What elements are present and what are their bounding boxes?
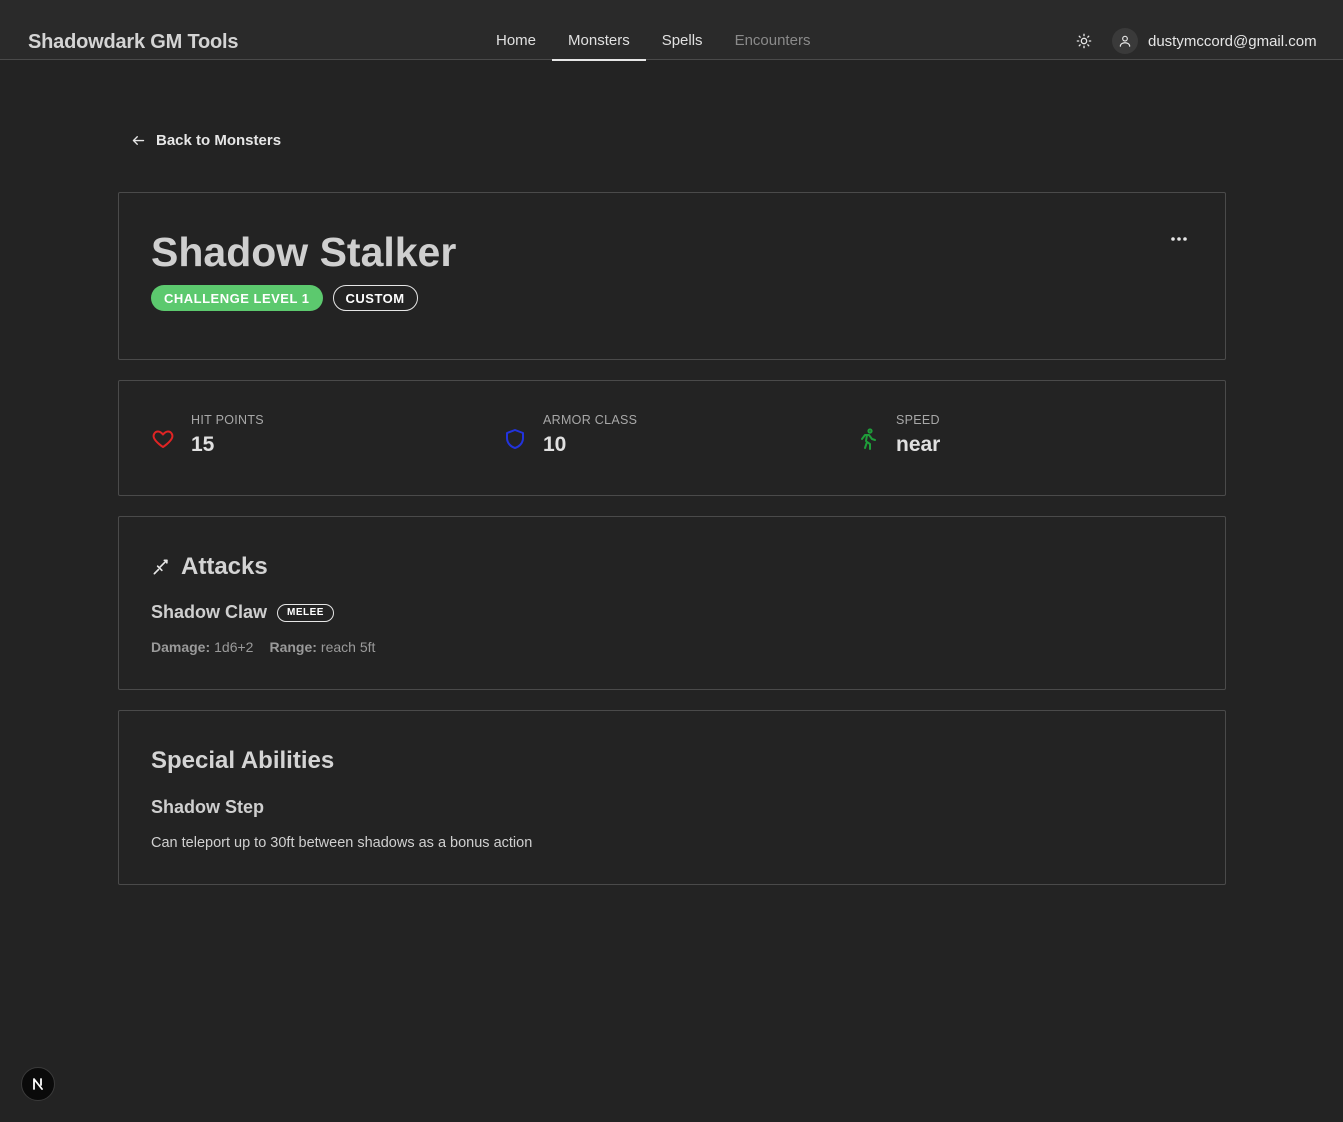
top-navbar: Shadowdark GM Tools Home Monsters Spells… (0, 0, 1343, 61)
attacks-title: Attacks (181, 553, 268, 580)
attacks-card: Attacks Shadow Claw MELEE Damage: 1d6+2 … (118, 516, 1226, 690)
stat-value: near (896, 433, 941, 456)
abilities-heading: Special Abilities (151, 747, 334, 775)
attacks-heading: Attacks (151, 553, 268, 581)
range-value: reach 5ft (320, 639, 376, 655)
range-label: Range: (269, 639, 317, 655)
attack-damage: Damage: 1d6+2 (151, 639, 253, 655)
theme-toggle-button[interactable] (1074, 31, 1094, 51)
sword-icon (153, 559, 168, 575)
avatar[interactable] (1112, 28, 1138, 54)
attack-name: Shadow Claw (151, 602, 268, 622)
stats-card: HIT POINTS 15 ARMOR CLASS 10 SPEED near (118, 380, 1226, 496)
user-icon (1119, 35, 1131, 47)
next-logo-icon (33, 1078, 43, 1090)
sun-icon (1076, 33, 1092, 49)
stat-speed: SPEED near (856, 413, 940, 457)
abilities-title: Special Abilities (151, 747, 335, 774)
heart-icon (152, 430, 174, 448)
arrow-left-icon (132, 136, 145, 145)
user-menu[interactable]: dustymccord@gmail.com (1112, 27, 1317, 55)
nav-spells[interactable]: Spells (646, 0, 719, 60)
monster-name: Shadow Stalker (151, 229, 457, 275)
attack-type-badge: MELEE (277, 603, 334, 622)
monster-header-card: Shadow Stalker CHALLENGE LEVEL 1 CUSTOM (118, 192, 1226, 360)
nav-encounters[interactable]: Encounters (719, 0, 827, 60)
stat-value: 15 (191, 433, 215, 456)
stat-hit-points: HIT POINTS 15 (151, 413, 264, 457)
attack-item: Shadow Claw MELEE (151, 602, 334, 623)
user-email[interactable]: dustymccord@gmail.com (1148, 33, 1317, 50)
attack-range: Range: reach 5ft (269, 639, 375, 655)
ability-description: Can teleport up to 30ft between shadows … (151, 835, 533, 851)
dev-tools-badge[interactable] (21, 1067, 55, 1101)
back-to-monsters-link[interactable]: Back to Monsters (131, 132, 281, 149)
stat-label: SPEED (896, 413, 940, 427)
main-nav: Home Monsters Spells Encounters (480, 0, 827, 61)
more-options-button[interactable] (1169, 229, 1189, 249)
challenge-level-badge: CHALLENGE LEVEL 1 (151, 285, 323, 311)
ability-name: Shadow Step (151, 797, 265, 817)
damage-label: Damage: (151, 639, 211, 655)
stat-value: 10 (543, 433, 567, 456)
stat-label: ARMOR CLASS (543, 413, 638, 427)
back-label: Back to Monsters (156, 132, 282, 149)
running-icon (861, 428, 876, 450)
damage-value: 1d6+2 (214, 639, 254, 655)
shield-icon (506, 429, 524, 449)
monster-badges: CHALLENGE LEVEL 1 CUSTOM (151, 285, 418, 311)
stat-label: HIT POINTS (191, 413, 264, 427)
stat-armor-class: ARMOR CLASS 10 (503, 413, 637, 457)
nav-home[interactable]: Home (480, 0, 552, 60)
nav-monsters[interactable]: Monsters (552, 0, 646, 61)
custom-badge: CUSTOM (332, 285, 418, 311)
attack-details: Damage: 1d6+2 Range: reach 5ft (151, 639, 391, 655)
special-abilities-card: Special Abilities Shadow Step Can telepo… (118, 710, 1226, 885)
app-brand[interactable]: Shadowdark GM Tools (28, 31, 238, 54)
more-horizontal-icon (1171, 237, 1187, 241)
